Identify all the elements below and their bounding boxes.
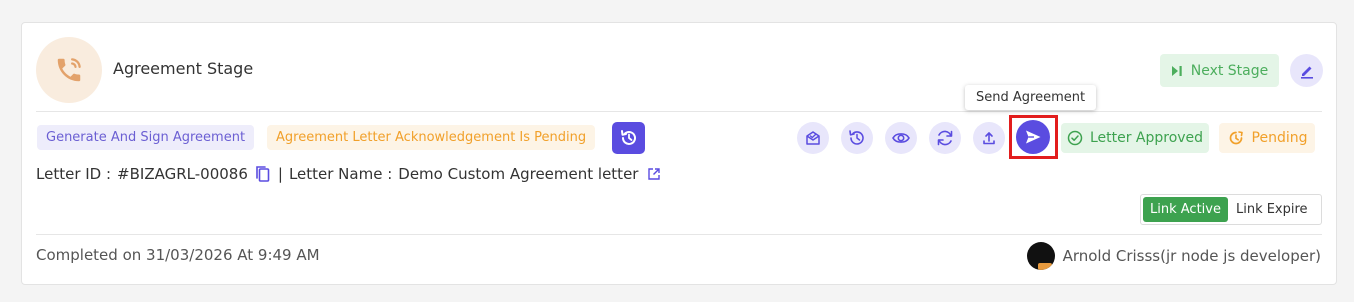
letter-id-label: Letter ID : (36, 165, 112, 183)
mail-read-icon (804, 129, 822, 147)
check-circle-icon (1067, 130, 1083, 146)
letter-approved-badge: Letter Approved (1061, 123, 1209, 153)
mail-read-button[interactable] (797, 122, 829, 154)
next-stage-label: Next Stage (1190, 62, 1269, 79)
pencil-icon (1299, 63, 1315, 79)
send-icon (1024, 128, 1042, 146)
history-button[interactable] (612, 122, 645, 154)
link-status-toggle: Link Active Link Expire (1140, 194, 1322, 225)
stage-avatar (36, 37, 102, 103)
divider (36, 234, 1322, 235)
user-info: Arnold Crisss(jr node js developer) (1026, 242, 1321, 270)
divider (36, 111, 1322, 112)
completed-timestamp: Completed on 31/03/2026 At 9:49 AM (36, 246, 320, 264)
letter-approved-label: Letter Approved (1089, 130, 1204, 146)
history-icon (847, 128, 867, 148)
refresh-icon (935, 128, 955, 148)
copy-icon[interactable] (254, 164, 272, 184)
pending-label: Pending (1251, 130, 1308, 146)
send-agreement-tooltip: Send Agreement (965, 85, 1097, 110)
letter-info: Letter ID : #BIZAGRL-00086 | Letter Name… (36, 163, 661, 185)
letter-name-label: Letter Name : (288, 165, 393, 183)
next-stage-button[interactable]: Next Stage (1160, 54, 1279, 87)
history-action-button[interactable] (841, 122, 873, 154)
letter-name-value: Demo Custom Agreement letter (398, 165, 639, 183)
stage-title: Agreement Stage (113, 59, 254, 78)
external-link-icon[interactable] (647, 167, 661, 181)
edit-button[interactable] (1290, 54, 1323, 87)
avatar (1026, 242, 1055, 270)
refresh-button[interactable] (929, 122, 961, 154)
pending-badge: Pending (1219, 123, 1315, 153)
phone-icon (54, 55, 84, 85)
upload-button[interactable] (973, 122, 1005, 154)
upload-icon (981, 130, 997, 146)
agreement-type-badge: Generate And Sign Agreement (37, 125, 255, 150)
letter-id-value: #BIZAGRL-00086 (117, 165, 248, 183)
letter-separator: | (277, 165, 283, 183)
link-active-button[interactable]: Link Active (1143, 197, 1228, 222)
acknowledgement-status-badge: Agreement Letter Acknowledgement Is Pend… (267, 125, 596, 150)
link-expire-button[interactable]: Link Expire (1228, 197, 1316, 222)
stage-card: Agreement Stage Next Stage Generate And … (21, 22, 1337, 285)
history-icon (619, 128, 639, 148)
view-button[interactable] (885, 122, 917, 154)
eye-icon (891, 128, 911, 148)
skip-next-icon (1171, 65, 1183, 77)
pending-clock-icon (1227, 129, 1245, 147)
user-name: Arnold Crisss(jr node js developer) (1062, 247, 1321, 265)
send-agreement-button[interactable] (1016, 120, 1050, 154)
